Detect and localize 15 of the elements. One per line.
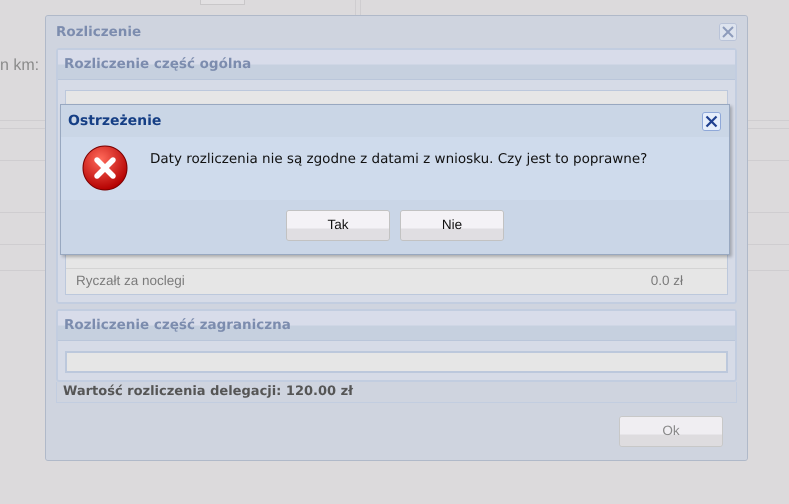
error-icon xyxy=(82,145,130,193)
close-icon xyxy=(705,114,718,128)
yes-button[interactable]: Tak xyxy=(286,210,390,241)
no-button[interactable]: Nie xyxy=(400,210,504,241)
dialog-title: Ostrzeżenie xyxy=(68,112,162,130)
warning-message: Daty rozliczenia nie są zgodne z datami z wniosku. Czy jest to poprawne? xyxy=(150,150,648,169)
close-icon xyxy=(722,26,734,38)
section-title: Rozliczenie część zagraniczna xyxy=(64,316,291,336)
table-cell-text: Ryczałt za noclegi xyxy=(76,272,185,290)
table-cell-text: 0.0 zł xyxy=(650,272,683,290)
total-text: Wartość rozliczenia delegacji: 120.00 zł xyxy=(56,382,737,403)
window-title: Rozliczenie xyxy=(56,22,142,42)
section-title: Rozliczenie część ogólna xyxy=(64,55,252,74)
field-label: n km: xyxy=(0,56,40,76)
close-button[interactable] xyxy=(702,112,721,130)
